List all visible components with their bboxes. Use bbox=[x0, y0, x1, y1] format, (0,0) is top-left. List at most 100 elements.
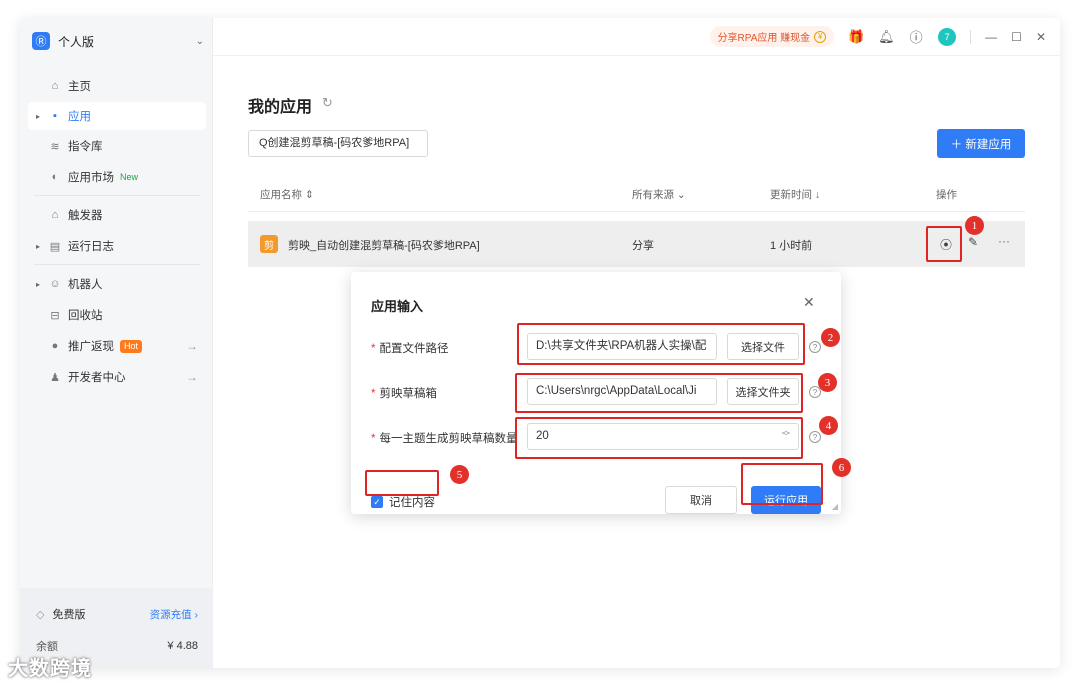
step-badge-6: 6 bbox=[832, 458, 851, 477]
top-bar: 分享RPA应用 赚现金 ¥ 🎁 🔔︎ ⓘ 7 — ☐ ✕ bbox=[213, 18, 1060, 56]
app-icon: 剪 bbox=[260, 235, 278, 253]
sidebar-item-command-library[interactable]: ≋ 指令库 bbox=[28, 132, 206, 160]
home-icon: ⌂ bbox=[51, 80, 59, 92]
new-badge: New bbox=[120, 172, 139, 182]
sidebar-item-apps[interactable]: ▸ ▪ 应用 bbox=[28, 102, 206, 130]
share-label: 分享RPA应用 赚现金 bbox=[717, 33, 811, 44]
sidebar-divider bbox=[34, 195, 200, 196]
sidebar-item-label: 回收站 bbox=[68, 310, 103, 322]
dialog-title: 应用输入 bbox=[371, 299, 424, 314]
app-input-dialog: 应用输入 ✕ * 配置文件路径 D:\共享文件夹\RPA机器人实操\配 选择文件 … bbox=[351, 272, 841, 514]
column-header-ops: 操作 bbox=[936, 189, 957, 201]
number-stepper[interactable]: ︿ ﹀ bbox=[782, 427, 790, 441]
workspace-switcher[interactable]: Ⓡ 个人版 ⌄ bbox=[32, 28, 204, 54]
page-title: 我的应用 bbox=[248, 99, 313, 116]
sidebar-item-label: 应用 bbox=[68, 111, 91, 123]
maximize-icon[interactable]: ☐ bbox=[1011, 30, 1022, 44]
search-input[interactable]: Q创建混剪草稿-[码农爹地RPA] bbox=[248, 130, 428, 157]
sidebar-item-label: 推广返现 bbox=[68, 341, 114, 353]
sidebar-item-home[interactable]: ⌂ 主页 bbox=[28, 72, 206, 100]
close-icon[interactable]: ✕ bbox=[1036, 30, 1046, 44]
share-rpa-button[interactable]: 分享RPA应用 赚现金 ¥ bbox=[709, 26, 835, 47]
minimize-icon[interactable]: — bbox=[985, 30, 997, 44]
required-mark: * bbox=[371, 343, 376, 355]
cancel-button[interactable]: 取消 bbox=[665, 486, 737, 514]
close-icon[interactable]: ✕ bbox=[803, 294, 815, 311]
sidebar-item-label: 开发者中心 bbox=[68, 372, 126, 384]
sidebar-item-label: 触发器 bbox=[68, 210, 103, 222]
run-app-button[interactable]: 运行应用 bbox=[751, 486, 821, 514]
sidebar-item-label: 指令库 bbox=[68, 141, 103, 153]
header-divider bbox=[248, 211, 1025, 212]
recharge-link[interactable]: 资源充值 › bbox=[150, 607, 198, 622]
sidebar-item-run-log[interactable]: ▸ ▤ 运行日志 bbox=[28, 232, 206, 260]
choose-folder-button[interactable]: 选择文件夹 bbox=[727, 378, 799, 405]
remember-checkbox[interactable]: ✓ 记住内容 bbox=[371, 494, 435, 510]
divider bbox=[970, 29, 972, 44]
sidebar-item-label: 主页 bbox=[68, 81, 91, 93]
app-source: 分享 bbox=[632, 240, 654, 252]
trash-icon: ⊟ bbox=[50, 309, 60, 322]
choose-file-button[interactable]: 选择文件 bbox=[727, 333, 799, 360]
more-icon[interactable]: ··· bbox=[998, 234, 1010, 248]
apps-grid-icon: ▪ bbox=[53, 110, 57, 122]
log-icon: ▤ bbox=[49, 240, 61, 253]
table-row[interactable]: 剪 剪映_自动创建混剪草稿-[码农爹地RPA] 分享 1 小时前 ⦿ ✎ ··· bbox=[248, 221, 1025, 267]
sidebar-divider bbox=[34, 264, 200, 265]
help-icon[interactable]: ? bbox=[809, 431, 821, 443]
step-badge-5: 5 bbox=[450, 465, 469, 484]
plan-name: 免费版 bbox=[52, 609, 86, 621]
sidebar-item-app-market[interactable]: ◐ 应用市场 New bbox=[28, 163, 206, 191]
arrow-right-icon: → bbox=[186, 370, 198, 384]
run-icon[interactable]: ⦿ bbox=[934, 232, 958, 256]
sidebar-item-recycle-bin[interactable]: ⊟ 回收站 bbox=[28, 301, 206, 329]
step-badge-3: 3 bbox=[818, 373, 837, 392]
required-mark: * bbox=[371, 433, 376, 445]
market-icon: ◐ bbox=[51, 171, 59, 183]
field-label-config-path: * 配置文件路径 bbox=[371, 343, 449, 355]
layers-icon: ≋ bbox=[50, 140, 60, 153]
sidebar-item-developer-center[interactable]: ♟ 开发者中心 → bbox=[28, 363, 206, 391]
checkbox-checked-icon[interactable]: ✓ bbox=[371, 496, 383, 508]
yuan-coin-icon: ¥ bbox=[814, 30, 827, 43]
chevron-down-icon[interactable]: ﹀ bbox=[782, 433, 790, 441]
column-header-name[interactable]: 应用名称 ⇕ bbox=[260, 187, 314, 202]
sidebar-item-label: 机器人 bbox=[68, 279, 103, 291]
refresh-icon[interactable]: ↻ bbox=[322, 95, 333, 111]
sidebar-item-referral[interactable]: ● 推广返现 Hot → bbox=[28, 332, 206, 360]
watermark: 大数跨境 bbox=[8, 658, 92, 680]
avatar[interactable]: 7 bbox=[938, 27, 957, 46]
chevron-down-icon: ⌄ bbox=[195, 35, 204, 47]
gift-icon[interactable]: 🎁 bbox=[848, 29, 864, 45]
help-icon[interactable]: ⓘ bbox=[908, 27, 924, 46]
app-updated: 1 小时前 bbox=[770, 240, 813, 252]
hot-badge: Hot bbox=[120, 339, 143, 353]
edit-icon[interactable]: ✎ bbox=[968, 235, 978, 249]
workspace-logo-icon: Ⓡ bbox=[32, 32, 50, 50]
draft-count-input[interactable]: 20 ︿ ﹀ bbox=[527, 423, 799, 450]
field-label-draft-count: * 每一主题生成剪映草稿数量 bbox=[371, 433, 518, 445]
sidebar-item-robots[interactable]: ▸ ☺ 机器人 bbox=[28, 270, 206, 298]
balance-value: ¥ 4.88 bbox=[167, 640, 198, 652]
draft-count-value: 20 bbox=[536, 430, 549, 442]
resize-handle-icon[interactable]: ◢ bbox=[832, 502, 838, 511]
app-name[interactable]: 剪映_自动创建混剪草稿-[码农爹地RPA] bbox=[288, 237, 480, 253]
new-app-button[interactable]: ＋ 新建应用 bbox=[937, 129, 1025, 158]
config-path-input[interactable]: D:\共享文件夹\RPA机器人实操\配 bbox=[527, 333, 717, 360]
sidebar: Ⓡ 个人版 ⌄ ⌂ 主页 ▸ ▪ 应用 ≋ 指令库 ◐ 应用市场 New ⌂ 触发… bbox=[20, 18, 213, 668]
step-badge-4: 4 bbox=[819, 416, 838, 435]
trigger-icon: ⌂ bbox=[51, 209, 59, 221]
column-header-updated[interactable]: 更新时间 ↓ bbox=[770, 187, 820, 202]
sidebar-item-triggers[interactable]: ⌂ 触发器 bbox=[28, 201, 206, 229]
app-window: Ⓡ 个人版 ⌄ ⌂ 主页 ▸ ▪ 应用 ≋ 指令库 ◐ 应用市场 New ⌂ 触发… bbox=[20, 18, 1060, 668]
help-icon[interactable]: ? bbox=[809, 341, 821, 353]
developer-icon: ♟ bbox=[50, 371, 60, 384]
arrow-right-icon: → bbox=[186, 339, 198, 353]
required-mark: * bbox=[371, 388, 376, 400]
sidebar-item-label: 应用市场 bbox=[68, 172, 114, 184]
diamond-icon: ◇ bbox=[36, 608, 45, 621]
draft-folder-input[interactable]: C:\Users\nrgc\AppData\Local\Ji bbox=[527, 378, 717, 405]
bell-icon[interactable]: 🔔︎ bbox=[878, 29, 895, 45]
column-header-source[interactable]: 所有来源 ⌄ bbox=[632, 187, 686, 202]
step-badge-1: 1 bbox=[965, 216, 984, 235]
